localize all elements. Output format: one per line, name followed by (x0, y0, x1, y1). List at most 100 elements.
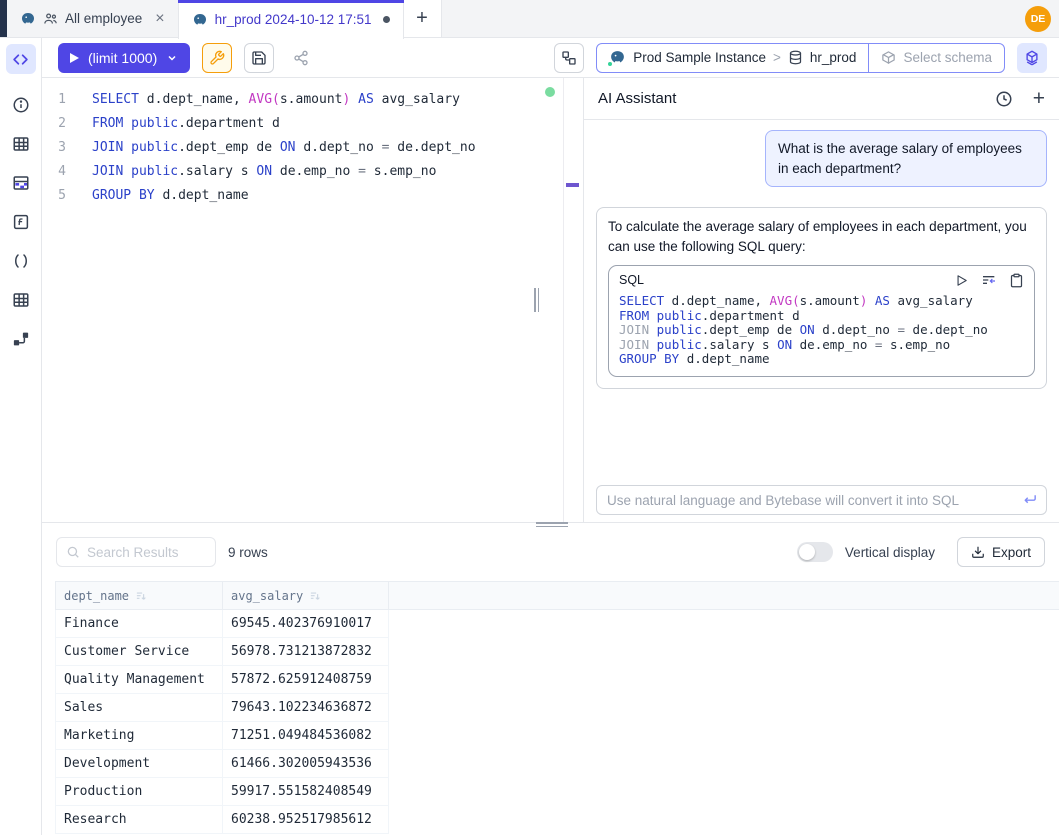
ai-assistant-header: AI Assistant + (584, 78, 1059, 120)
format-wrench-button[interactable] (202, 43, 232, 73)
table2-icon (12, 291, 30, 309)
table-cell[interactable]: 57872.625912408759 (223, 666, 389, 694)
table-cell[interactable]: Marketing (56, 722, 223, 750)
wrench-icon (209, 50, 225, 66)
assistant-message: To calculate the average salary of emplo… (596, 207, 1047, 389)
table-row: Production59917.551582408549 (56, 778, 1059, 806)
sql-editor[interactable]: 12345 SELECT d.dept_name, AVG(s.amount) … (42, 78, 583, 522)
table-cell[interactable]: Sales (56, 694, 223, 722)
results-panel: 9 rows Vertical display Export dept_name… (42, 522, 1059, 835)
history-clock-icon[interactable] (995, 90, 1013, 108)
column-header[interactable]: dept_name (56, 582, 223, 610)
sql-code-card: SQL SELECT d.dept_name, AVG(s.amount) (608, 265, 1035, 377)
sidebar-item-schema-diagram[interactable] (11, 329, 31, 349)
ai-assistant-toggle-button[interactable] (1017, 43, 1047, 73)
user-avatar[interactable]: DE (1025, 6, 1051, 32)
ai-prompt-input[interactable] (596, 485, 1047, 515)
openai-icon (1023, 49, 1041, 67)
sidebar-item-tables[interactable] (11, 134, 31, 154)
ai-input-row (596, 485, 1047, 515)
code-language-label: SQL (619, 271, 644, 290)
sidebar-item-info[interactable] (11, 95, 31, 115)
download-icon (971, 545, 985, 559)
enter-return-icon[interactable] (1021, 491, 1038, 508)
schema-selector[interactable]: Select schema (868, 44, 1004, 72)
export-button[interactable]: Export (957, 537, 1045, 567)
vertical-display-label: Vertical display (845, 545, 935, 560)
chevron-down-icon (166, 52, 178, 64)
table-cell[interactable]: 59917.551582408549 (223, 778, 389, 806)
sidebar-item-views[interactable] (11, 290, 31, 310)
share-button[interactable] (286, 43, 316, 73)
row-filler (389, 806, 1059, 834)
table-cell[interactable]: 71251.049484536082 (223, 722, 389, 750)
row-filler (389, 750, 1059, 778)
row-filler (389, 638, 1059, 666)
table-cell[interactable]: 61466.302005943536 (223, 750, 389, 778)
function-icon (12, 213, 30, 231)
new-tab-button[interactable]: + (404, 0, 442, 37)
editor-scrollbar[interactable] (563, 78, 583, 522)
row-filler (389, 722, 1059, 750)
table-cell[interactable]: 69545.402376910017 (223, 610, 389, 638)
sidebar-item-sample-data[interactable] (11, 173, 31, 193)
search-results-input[interactable] (87, 545, 197, 560)
tab-hr-prod[interactable]: hr_prod 2024-10-12 17:51 (178, 0, 404, 39)
sort-icon[interactable] (135, 590, 147, 602)
schema-layout-button[interactable] (554, 43, 584, 73)
horizontal-resize-handle[interactable] (536, 522, 568, 527)
table-row: Sales79643.102234636872 (56, 694, 1059, 722)
header-filler (389, 582, 1059, 610)
table-cell[interactable]: Research (56, 806, 223, 834)
close-icon[interactable]: × (155, 11, 164, 27)
save-icon (251, 50, 267, 66)
tab-bar: All employee × hr_prod 2024-10-12 17:51 … (0, 0, 1059, 38)
sidebar-item-sql-editor[interactable] (6, 44, 36, 74)
sidebar-item-procedures[interactable] (11, 251, 31, 271)
results-table-wrap: dept_nameavg_salary Finance69545.4023769… (55, 581, 1059, 835)
copy-icon[interactable] (1009, 273, 1024, 288)
table-cell[interactable]: Development (56, 750, 223, 778)
table-row: Development61466.302005943536 (56, 750, 1059, 778)
schema-placeholder: Select schema (903, 50, 992, 65)
search-results-box[interactable] (56, 537, 216, 567)
brackets-icon (12, 252, 30, 270)
connection-selector: Prod Sample Instance > hr_prod Select sc… (596, 43, 1005, 73)
table-row: Quality Management57872.625912408759 (56, 666, 1059, 694)
sidebar-item-functions[interactable] (11, 212, 31, 232)
new-chat-plus-icon[interactable]: + (1033, 88, 1045, 109)
ai-assistant-panel: AI Assistant + What is the average salar… (583, 78, 1059, 522)
instance-database-selector[interactable]: Prod Sample Instance > hr_prod (597, 44, 868, 72)
table-row: Customer Service56978.731213872832 (56, 638, 1059, 666)
insert-into-editor-icon[interactable] (981, 272, 997, 288)
schema-diagram-icon (12, 330, 30, 348)
table-cell[interactable]: Quality Management (56, 666, 223, 694)
table-cell[interactable]: Customer Service (56, 638, 223, 666)
sort-icon[interactable] (309, 590, 321, 602)
save-button[interactable] (244, 43, 274, 73)
table-cell[interactable]: 79643.102234636872 (223, 694, 389, 722)
share-icon (293, 50, 309, 66)
column-header[interactable]: avg_salary (223, 582, 389, 610)
table-cell[interactable]: Production (56, 778, 223, 806)
run-button-label: (limit 1000) (88, 50, 157, 66)
table-cell[interactable]: Finance (56, 610, 223, 638)
run-query-button[interactable]: (limit 1000) (58, 43, 190, 73)
tab-label: hr_prod 2024-10-12 17:51 (215, 12, 372, 27)
sql-code-snippet: SELECT d.dept_name, AVG(s.amount) AS avg… (609, 290, 1034, 376)
instance-name: Prod Sample Instance (633, 50, 766, 65)
code-icon (12, 51, 29, 68)
table-cell[interactable]: 60238.952517985612 (223, 806, 389, 834)
row-count-label: 9 rows (228, 545, 268, 560)
editor-scrollbar-thumb[interactable] (566, 183, 579, 187)
run-play-icon[interactable] (954, 273, 969, 288)
sql-code[interactable]: SELECT d.dept_name, AVG(s.amount) AS avg… (92, 88, 476, 208)
tab-all-employee[interactable]: All employee × (7, 0, 178, 37)
results-table: dept_nameavg_salary Finance69545.4023769… (55, 581, 1059, 834)
table-icon (12, 135, 30, 153)
export-label: Export (992, 545, 1031, 560)
status-dot (607, 61, 613, 67)
table-cell[interactable]: 56978.731213872832 (223, 638, 389, 666)
vertical-display-toggle[interactable] (797, 542, 833, 562)
vertical-resize-handle[interactable] (534, 288, 542, 312)
